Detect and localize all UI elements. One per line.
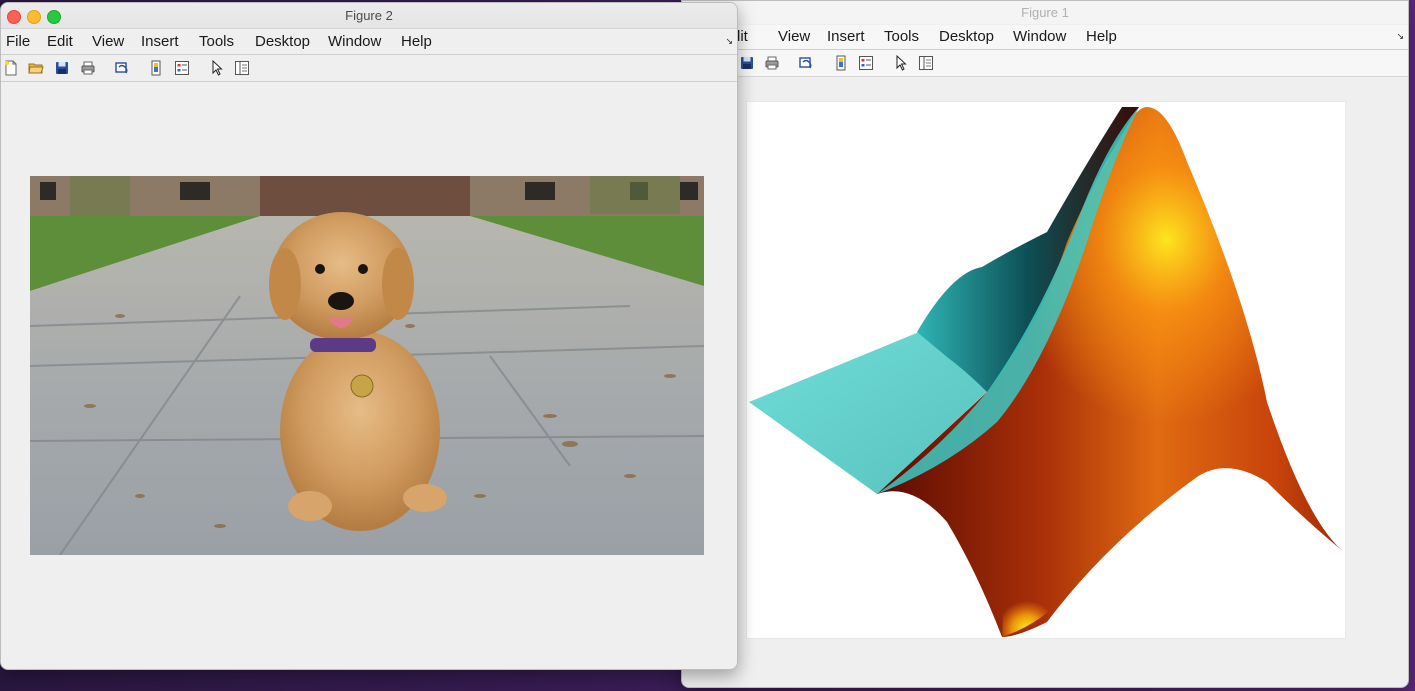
minimize-window-button[interactable] bbox=[27, 10, 41, 24]
figure1-menu-view[interactable]: View bbox=[778, 28, 810, 45]
dock-arrow-icon[interactable]: ↘ bbox=[1396, 31, 1404, 42]
figure2-title: Figure 2 bbox=[345, 8, 393, 23]
membrane-surface-plot[interactable] bbox=[746, 101, 1346, 639]
dock-arrow-icon[interactable]: ↘ bbox=[725, 36, 733, 47]
figure1-menu-window[interactable]: Window bbox=[1013, 28, 1066, 45]
figure1-menu-help[interactable]: Help bbox=[1086, 28, 1117, 45]
edit-plot-icon[interactable] bbox=[209, 60, 225, 76]
puppy-collar bbox=[310, 338, 376, 352]
menu-insert[interactable]: Insert bbox=[141, 33, 179, 50]
menu-view[interactable]: View bbox=[92, 33, 124, 50]
menu-window[interactable]: Window bbox=[328, 33, 381, 50]
new-figure-icon[interactable] bbox=[3, 60, 19, 76]
zoom-window-button[interactable] bbox=[47, 10, 61, 24]
figure2-titlebar[interactable]: Figure 2 bbox=[1, 3, 737, 29]
open-file-icon[interactable] bbox=[28, 60, 44, 76]
figure1-menu-edit[interactable]: dit bbox=[732, 28, 754, 45]
figure1-toolbar bbox=[682, 50, 1408, 77]
edit-plot-icon[interactable] bbox=[893, 55, 909, 71]
insert-colorbar-icon[interactable] bbox=[833, 55, 849, 71]
figure2-toolbar bbox=[1, 55, 737, 82]
puppy-photo[interactable] bbox=[30, 176, 704, 555]
figure1-window: Figure 1 dit View Insert Tools Desktop W… bbox=[681, 0, 1409, 688]
property-inspector-icon[interactable] bbox=[234, 60, 250, 76]
insert-colorbar-icon[interactable] bbox=[148, 60, 164, 76]
save-icon[interactable] bbox=[54, 60, 70, 76]
insert-legend-icon[interactable] bbox=[858, 55, 874, 71]
print-icon[interactable] bbox=[80, 60, 96, 76]
puppy-image bbox=[30, 176, 704, 555]
save-icon[interactable] bbox=[739, 55, 755, 71]
menu-file[interactable]: File bbox=[6, 33, 30, 50]
figure2-menubar: File Edit View Insert Tools Desktop Wind… bbox=[1, 30, 737, 55]
menu-edit[interactable]: Edit bbox=[47, 33, 73, 50]
figure1-menu-insert[interactable]: Insert bbox=[827, 28, 865, 45]
figure2-window: Figure 2 File Edit View Insert Tools Des… bbox=[0, 2, 738, 670]
figure1-titlebar[interactable]: Figure 1 bbox=[682, 1, 1408, 24]
close-window-button[interactable] bbox=[7, 10, 21, 24]
insert-legend-icon[interactable] bbox=[174, 60, 190, 76]
property-inspector-icon[interactable] bbox=[918, 55, 934, 71]
figure1-title: Figure 1 bbox=[1021, 5, 1069, 20]
print-icon[interactable] bbox=[764, 55, 780, 71]
figure1-menu-desktop[interactable]: Desktop bbox=[939, 28, 994, 45]
figure1-menu-tools[interactable]: Tools bbox=[884, 28, 919, 45]
matlab-logo-surface bbox=[749, 107, 1344, 637]
figure1-menubar: dit View Insert Tools Desktop Window Hel… bbox=[682, 25, 1408, 50]
link-plot-icon[interactable] bbox=[798, 55, 814, 71]
menu-help[interactable]: Help bbox=[401, 33, 432, 50]
menu-desktop[interactable]: Desktop bbox=[255, 33, 310, 50]
menu-tools[interactable]: Tools bbox=[199, 33, 234, 50]
link-plot-icon[interactable] bbox=[114, 60, 130, 76]
